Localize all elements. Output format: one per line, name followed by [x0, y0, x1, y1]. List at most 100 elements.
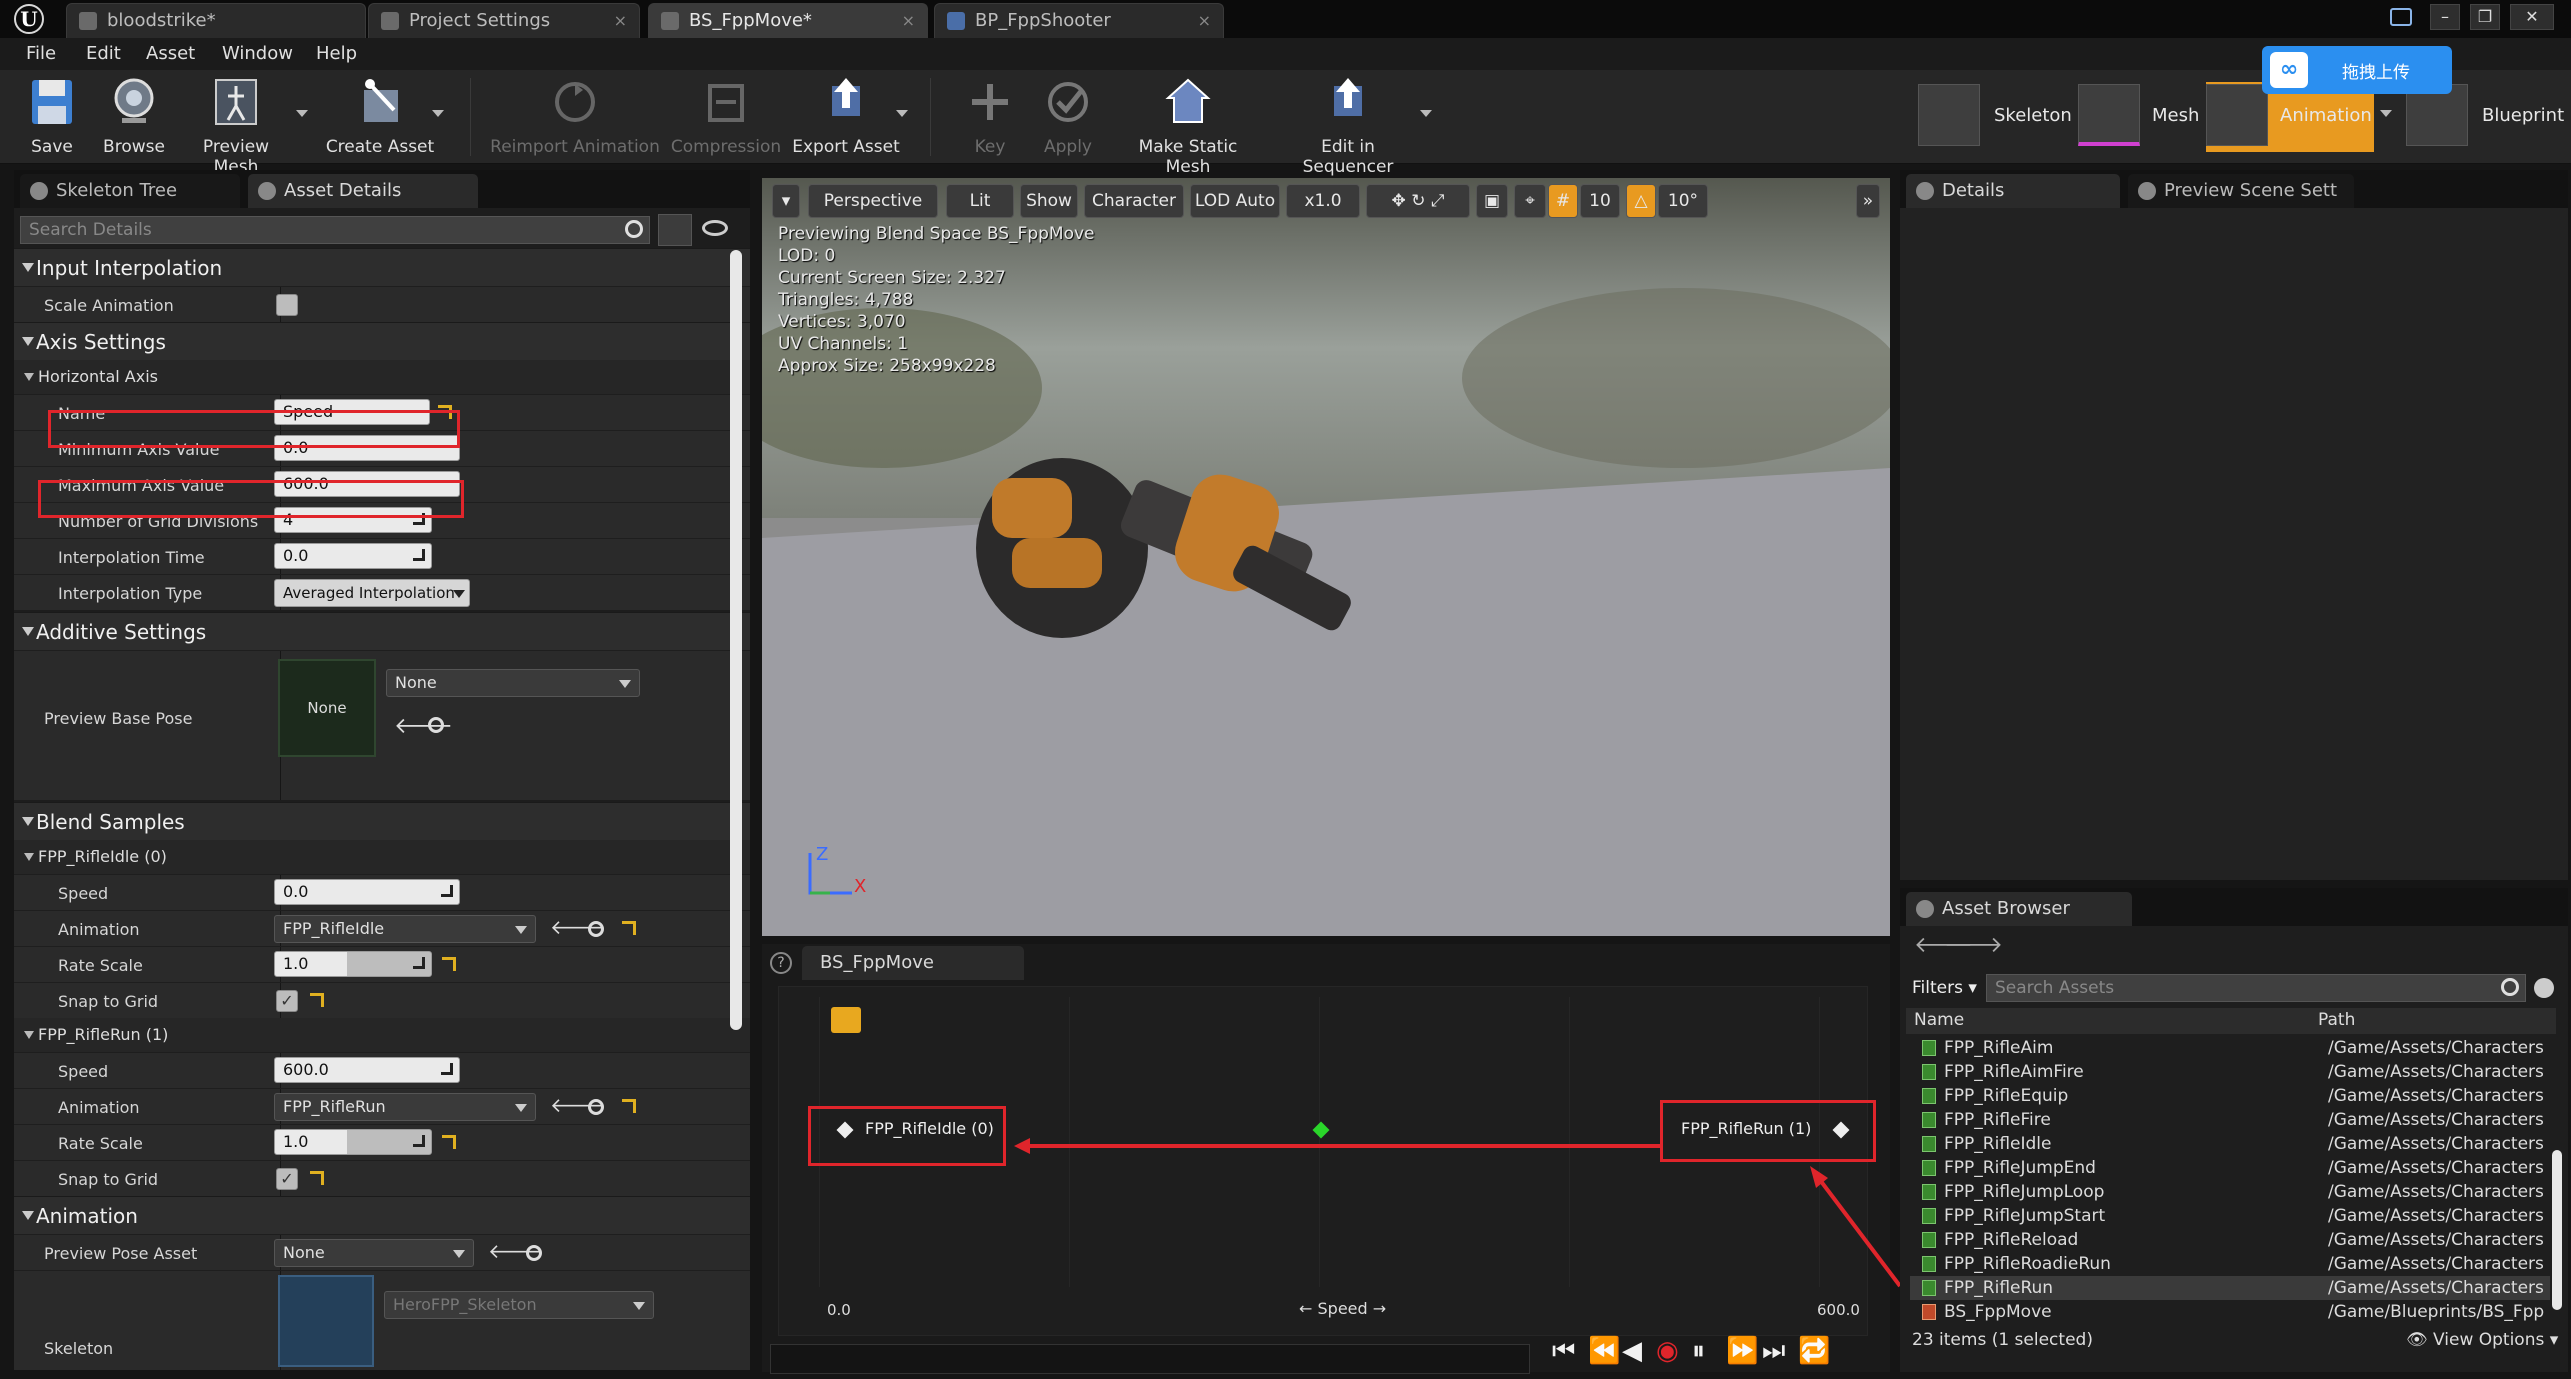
tab-details[interactable]: Details — [1906, 174, 2120, 208]
save-button[interactable]: Save — [22, 76, 82, 157]
sample0-speed-field[interactable]: 0.0 — [274, 879, 460, 905]
forward-arrow-icon[interactable]: 🡒 — [1944, 932, 2003, 958]
reset-icon[interactable] — [442, 957, 456, 971]
chevron-down-icon[interactable] — [432, 110, 444, 117]
tab-blueprint[interactable]: BP_FppShooter × — [934, 3, 1224, 38]
preview-mesh-button[interactable]: Preview Mesh — [180, 76, 292, 177]
eye-icon[interactable] — [702, 220, 728, 236]
asset-row[interactable]: FPP_RifleAim/Game/Assets/Characters — [1910, 1036, 2550, 1060]
sample0-snap-checkbox[interactable]: ✓ — [276, 990, 298, 1012]
menu-file[interactable]: File — [26, 43, 56, 64]
mode-mesh[interactable]: Mesh — [2078, 82, 2199, 152]
tab-blendspace[interactable]: BS_FppMove* × — [648, 3, 928, 38]
grid-snap-icon[interactable]: # — [1548, 184, 1578, 218]
tab-asset-details[interactable]: Asset Details — [248, 174, 478, 208]
asset-row[interactable]: FPP_RifleRun/Game/Assets/Characters — [1910, 1276, 2550, 1300]
sample0-animation-dropdown[interactable]: FPP_RifleIdle — [274, 915, 536, 943]
chevron-down-icon[interactable] — [2380, 110, 2392, 117]
category-input-interpolation[interactable]: Input Interpolation — [14, 248, 750, 286]
transform-tools-group[interactable]: ✥ ↻ ⤢ — [1366, 184, 1470, 218]
category-blend-samples[interactable]: Blend Samples — [14, 802, 750, 840]
preview-viewport[interactable]: ▾ Perspective Lit Show Character LOD Aut… — [762, 178, 1890, 936]
skip-to-start-icon[interactable]: ⏮ — [1552, 1336, 1575, 1367]
timeline-bar[interactable] — [770, 1344, 1530, 1374]
chevron-down-icon[interactable] — [896, 110, 908, 117]
scale-animation-checkbox[interactable] — [276, 294, 298, 316]
play-reverse-icon[interactable]: ◀ — [1622, 1336, 1642, 1366]
details-scrollbar[interactable] — [730, 250, 742, 1030]
viewport-maximize-button[interactable]: » — [1856, 184, 1880, 218]
tab-level[interactable]: bloodstrike* — [66, 3, 366, 38]
record-icon[interactable]: ◉ — [1656, 1336, 1679, 1366]
create-asset-button[interactable]: Create Asset — [320, 76, 440, 157]
chevron-down-icon[interactable] — [296, 110, 308, 117]
menu-window[interactable]: Window — [222, 43, 293, 64]
browse-search-icon[interactable] — [588, 1099, 604, 1115]
apply-button[interactable]: Apply — [1036, 76, 1100, 157]
close-window-button[interactable]: ✕ — [2510, 4, 2554, 30]
asset-row[interactable]: FPP_RifleEquip/Game/Assets/Characters — [1910, 1084, 2550, 1108]
tab-project-settings[interactable]: Project Settings × — [368, 3, 640, 38]
category-animation[interactable]: Animation — [14, 1196, 750, 1234]
close-icon[interactable]: × — [902, 4, 915, 38]
sample1-animation-dropdown[interactable]: FPP_RifleRun — [274, 1093, 536, 1121]
rotation-snap-icon[interactable]: △ — [1626, 184, 1656, 218]
category-additive-settings[interactable]: Additive Settings — [14, 612, 750, 650]
asset-row[interactable]: FPP_RifleRoadieRun/Game/Assets/Character… — [1910, 1252, 2550, 1276]
show-button[interactable]: Show — [1020, 184, 1078, 218]
close-icon[interactable]: × — [1198, 4, 1211, 38]
reimport-animation-button[interactable]: Reimport Animation — [490, 76, 660, 157]
graduation-icon[interactable] — [2390, 8, 2412, 26]
surface-snap-icon[interactable]: ▣ — [1476, 184, 1508, 218]
interpolation-time-field[interactable]: 0.0 — [274, 543, 432, 569]
lit-button[interactable]: Lit — [946, 184, 1014, 218]
mode-skeleton[interactable]: Skeleton — [1918, 82, 2072, 152]
close-icon[interactable]: × — [614, 4, 627, 38]
asset-row[interactable]: FPP_RifleReload/Game/Assets/Characters — [1910, 1228, 2550, 1252]
browse-search-icon[interactable] — [588, 921, 604, 937]
key-button[interactable]: Key — [960, 76, 1020, 157]
asset-row[interactable]: FPP_RifleJumpEnd/Game/Assets/Characters — [1910, 1156, 2550, 1180]
edit-in-sequencer-button[interactable]: Edit in Sequencer — [1276, 76, 1420, 177]
compression-button[interactable]: Compression — [668, 76, 784, 157]
asset-row[interactable]: FPP_RifleJumpLoop/Game/Assets/Characters — [1910, 1180, 2550, 1204]
menu-asset[interactable]: Asset — [146, 43, 195, 64]
playback-speed-button[interactable]: x1.0 — [1286, 184, 1360, 218]
reset-icon[interactable] — [622, 921, 636, 935]
tab-skeleton-tree[interactable]: Skeleton Tree — [20, 174, 240, 208]
asset-list-scrollbar[interactable] — [2552, 1150, 2562, 1310]
category-axis-settings[interactable]: Axis Settings — [14, 322, 750, 360]
rotation-size-button[interactable]: 10° — [1658, 184, 1708, 218]
preview-pose-dropdown[interactable]: None — [274, 1239, 474, 1267]
loop-icon[interactable]: 🔁 — [1798, 1336, 1830, 1366]
pause-icon[interactable]: ⏸ — [1692, 1336, 1705, 1367]
perspective-button[interactable]: Perspective — [808, 184, 938, 218]
grid-view-icon[interactable] — [658, 214, 692, 246]
sample-group-1[interactable]: FPP_RifleRun (1) — [14, 1018, 750, 1052]
step-forward-icon[interactable]: ⏩ — [1726, 1336, 1758, 1366]
asset-row[interactable]: FPP_RifleJumpStart/Game/Assets/Character… — [1910, 1204, 2550, 1228]
cloud-upload-button[interactable]: ∞ 拖拽上传 — [2262, 46, 2452, 94]
sample1-snap-checkbox[interactable]: ✓ — [276, 1168, 298, 1190]
maximize-button[interactable]: ❐ — [2470, 4, 2500, 30]
tab-asset-browser[interactable]: Asset Browser — [1906, 892, 2132, 926]
tab-blendspace-graph[interactable]: BS_FppMove — [802, 946, 1024, 980]
preview-lock-icon[interactable] — [831, 1007, 861, 1033]
grid-size-button[interactable]: 10 — [1580, 184, 1620, 218]
lod-auto-button[interactable]: LOD Auto — [1190, 184, 1280, 218]
world-local-icon[interactable]: ⌖ — [1514, 184, 1546, 218]
viewport-options-button[interactable]: ▾ — [772, 184, 800, 218]
browse-button[interactable]: Browse — [98, 76, 170, 157]
browse-search-icon[interactable] — [526, 1245, 542, 1261]
reset-icon[interactable] — [310, 993, 324, 1007]
make-static-mesh-button[interactable]: Make Static Mesh — [1114, 76, 1262, 177]
interpolation-type-dropdown[interactable]: Averaged Interpolation — [274, 579, 470, 607]
column-name[interactable]: Name — [1914, 1010, 1964, 1030]
sample1-rate-scale-slider[interactable]: 1.0 — [274, 1129, 432, 1155]
export-asset-button[interactable]: Export Asset — [790, 76, 902, 157]
reset-icon[interactable] — [442, 1135, 456, 1149]
minimize-button[interactable]: – — [2430, 4, 2460, 30]
thumbnail-none[interactable]: None — [278, 659, 376, 757]
base-pose-dropdown[interactable]: None — [386, 669, 640, 697]
browse-search-icon[interactable] — [428, 717, 444, 733]
